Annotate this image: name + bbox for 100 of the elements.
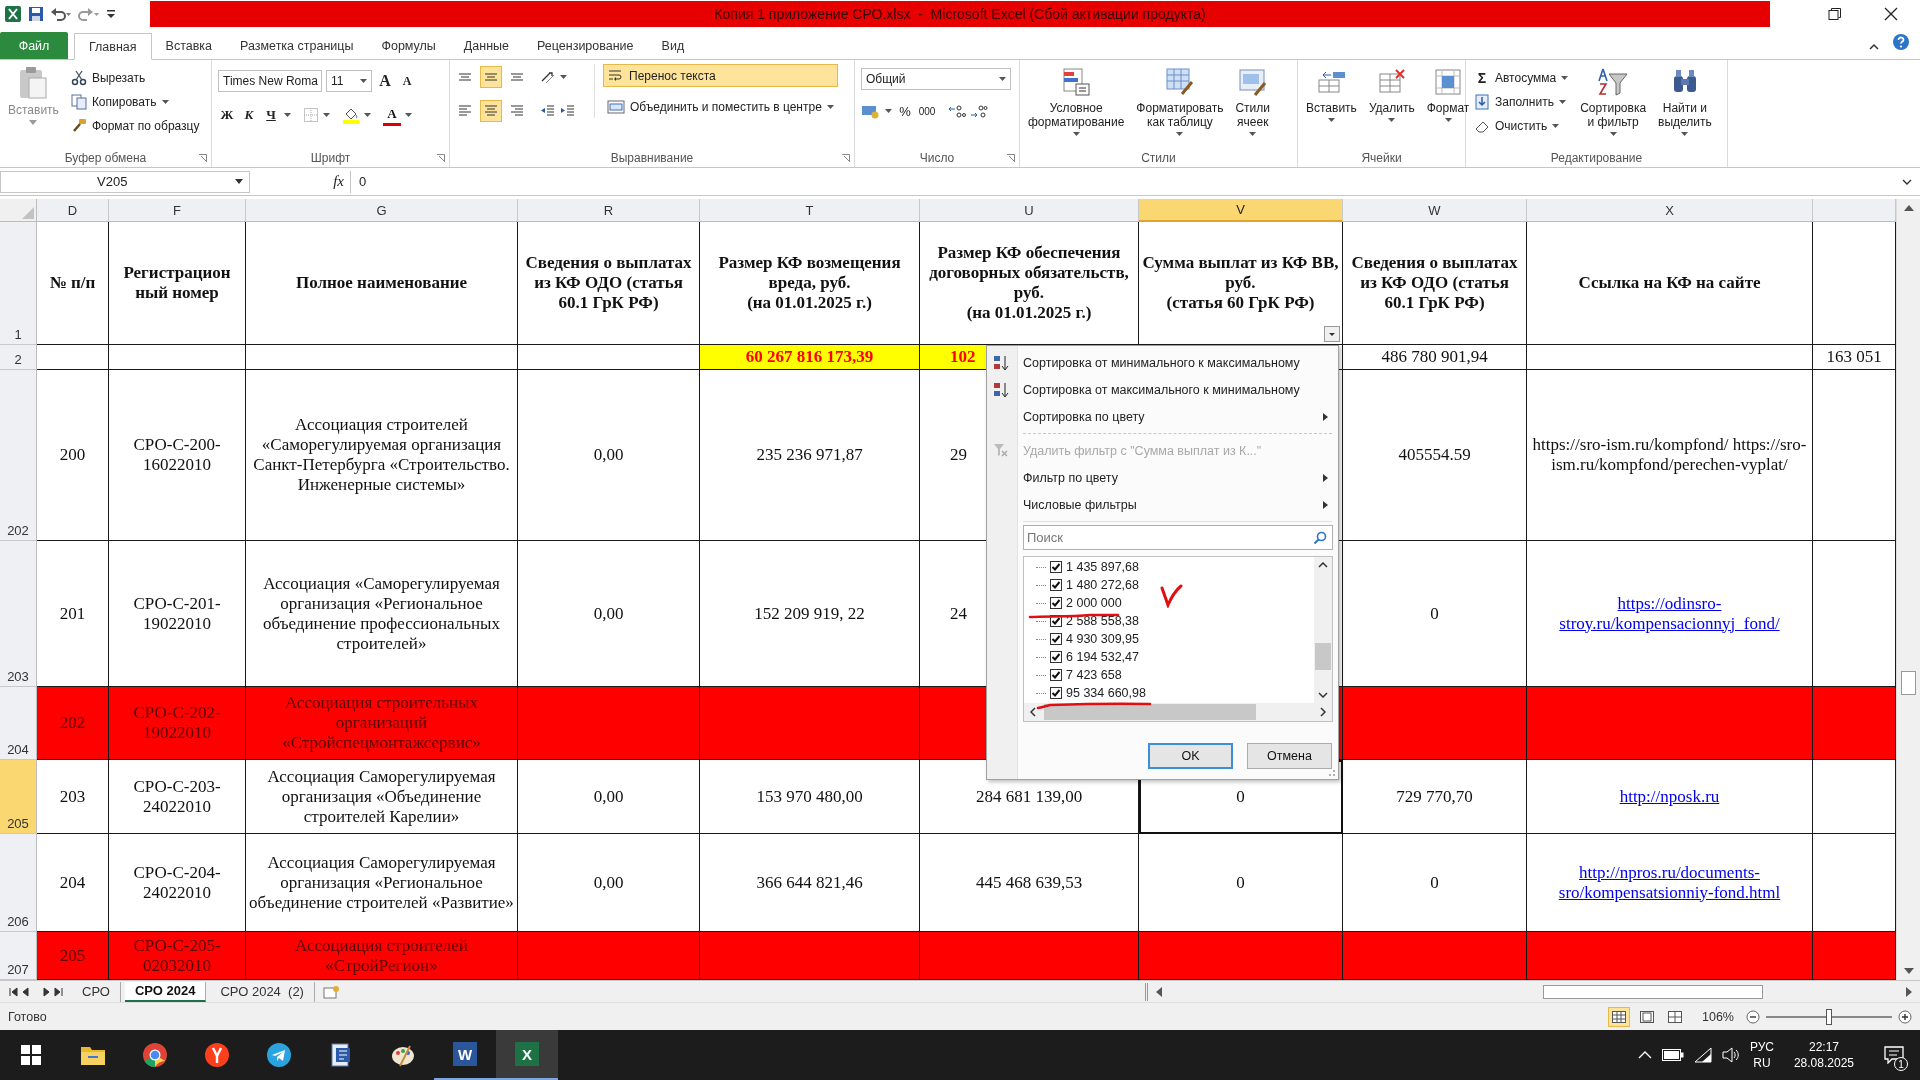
row-header[interactable]: 205 xyxy=(0,760,37,834)
wifi-icon[interactable] xyxy=(1693,1047,1712,1063)
delete-cells-button[interactable]: Удалить xyxy=(1364,64,1419,124)
increase-indent-icon[interactable] xyxy=(560,103,576,119)
ribbon-tab[interactable]: Вставка xyxy=(151,32,227,59)
ribbon-tab[interactable]: Разметка страницы xyxy=(226,32,368,59)
customize-menu-icon[interactable] xyxy=(106,7,116,21)
spreadsheet-logo-icon[interactable] xyxy=(4,5,22,23)
caret-icon[interactable] xyxy=(284,113,291,117)
align-middle-button[interactable] xyxy=(480,66,502,88)
insert-cells-button[interactable]: Вставить xyxy=(1302,64,1361,124)
notification-button[interactable]: 1 xyxy=(1874,1035,1914,1075)
dialog-launcher-icon[interactable] xyxy=(1007,154,1015,162)
cancel-button[interactable]: Отмена xyxy=(1247,743,1332,769)
scroll-down-icon[interactable] xyxy=(1318,692,1328,698)
formula-input[interactable]: 0 xyxy=(350,170,1894,193)
row-header[interactable]: 1 xyxy=(0,222,37,345)
scroll-thumb[interactable] xyxy=(1315,643,1331,670)
slider-thumb[interactable] xyxy=(1826,1008,1832,1025)
filter-value[interactable]: 4 930 309,95 xyxy=(1066,632,1139,646)
close-icon[interactable] xyxy=(1884,7,1898,21)
checkbox[interactable] xyxy=(1050,579,1062,591)
increase-font-button[interactable]: A xyxy=(376,71,394,91)
sheet-tab[interactable]: СРО 2024 xyxy=(124,981,207,1002)
scroll-up-icon[interactable] xyxy=(1318,562,1328,568)
sheet-tab[interactable]: СРО xyxy=(72,981,121,1002)
find-select-button[interactable]: Найти и выделить xyxy=(1654,64,1716,138)
dialog-launcher-icon[interactable] xyxy=(437,154,445,162)
zoom-level[interactable]: 106% xyxy=(1702,1009,1734,1024)
format-painter-button[interactable]: Формат по образцу xyxy=(66,114,204,137)
fill-color-icon[interactable] xyxy=(342,106,360,124)
format-as-table-button[interactable]: Форматировать как таблицу xyxy=(1132,64,1228,138)
checkbox[interactable] xyxy=(1050,687,1062,699)
number-format-field[interactable]: Общий xyxy=(861,68,1011,90)
column-header[interactable]: T xyxy=(700,199,920,222)
column-header[interactable]: F xyxy=(109,199,246,222)
column-header[interactable]: W xyxy=(1343,199,1527,222)
caret-icon[interactable] xyxy=(323,113,330,117)
filter-value[interactable]: 1 480 272,68 xyxy=(1066,578,1139,592)
name-box[interactable]: V205 xyxy=(0,170,250,193)
insert-function-button[interactable]: fx xyxy=(333,173,344,190)
restore-icon[interactable] xyxy=(1828,7,1842,21)
help-icon[interactable] xyxy=(1892,33,1910,51)
language-indicator[interactable]: РУС RU xyxy=(1749,1039,1774,1071)
taskbar-button[interactable]: X xyxy=(496,1030,558,1080)
search-field[interactable]: Поиск xyxy=(1023,525,1333,550)
row-header[interactable]: 202 xyxy=(0,370,37,541)
thousands-button[interactable]: 000 xyxy=(918,101,936,121)
decrease-font-button[interactable]: A xyxy=(398,71,416,91)
column-header[interactable]: D xyxy=(37,199,109,222)
decrease-indent-icon[interactable] xyxy=(540,103,556,119)
ribbon-tab[interactable]: Формулы xyxy=(367,32,450,59)
volume-icon[interactable] xyxy=(1721,1047,1740,1063)
ribbon-tab[interactable]: Данные xyxy=(449,32,524,59)
link[interactable]: http://nposk.ru xyxy=(1619,786,1720,807)
font-family-field[interactable]: Times New Roma xyxy=(218,70,322,92)
filter-value[interactable]: 2 000 000 xyxy=(1066,596,1122,610)
scroll-left-icon[interactable] xyxy=(1156,986,1162,997)
ok-button[interactable]: OK xyxy=(1148,743,1233,769)
scroll-up-icon[interactable] xyxy=(1903,205,1914,211)
column-header[interactable]: X xyxy=(1527,199,1813,222)
decrease-decimal-icon[interactable] xyxy=(970,103,988,119)
horizontal-list-scrollbar[interactable] xyxy=(1024,703,1332,721)
scroll-down-icon[interactable] xyxy=(1903,968,1914,974)
scroll-thumb[interactable] xyxy=(1543,984,1763,999)
ribbon-tab[interactable]: Главная xyxy=(74,33,152,60)
expand-icon[interactable] xyxy=(1902,177,1912,186)
link[interactable]: https://odinsro-stroy.ru/kompensacionnyj_fond/ xyxy=(1530,593,1809,634)
vertical-scrollbar[interactable] xyxy=(1896,199,1920,980)
checkbox[interactable] xyxy=(1050,651,1062,663)
scroll-thumb[interactable] xyxy=(1901,671,1916,695)
bold-button[interactable]: Ж xyxy=(218,105,236,125)
checkbox[interactable] xyxy=(1050,633,1062,645)
cut-button[interactable]: Вырезать xyxy=(66,66,204,89)
increase-decimal-icon[interactable] xyxy=(948,103,966,119)
resize-grip-icon[interactable] xyxy=(1328,769,1336,777)
scroll-thumb[interactable] xyxy=(1044,704,1256,720)
sort-filter-button[interactable]: Сортировка и фильтр xyxy=(1576,64,1651,138)
checkbox[interactable] xyxy=(1050,669,1062,681)
clock[interactable]: 22:17 28.08.2025 xyxy=(1793,1039,1854,1071)
align-center-button[interactable] xyxy=(480,100,502,122)
text-orientation-icon[interactable] xyxy=(540,69,556,85)
copy-button[interactable]: Копировать xyxy=(66,90,204,113)
filter-value[interactable]: 7 423 658 xyxy=(1066,668,1122,682)
file-tab[interactable]: Файл xyxy=(0,32,68,59)
redo-icon[interactable] xyxy=(78,6,100,22)
cell-styles-button[interactable]: Стили ячеек xyxy=(1231,64,1274,138)
filter-value[interactable]: 6 194 532,47 xyxy=(1066,650,1139,664)
battery-icon[interactable] xyxy=(1661,1049,1684,1061)
checkbox[interactable] xyxy=(1050,597,1062,609)
ribbon-tab[interactable]: Рецензирование xyxy=(523,32,648,59)
filter-dropdown-icon[interactable] xyxy=(1324,326,1340,342)
zoom-in-icon[interactable] xyxy=(1898,1009,1912,1024)
font-size-field[interactable]: 11 xyxy=(326,70,372,92)
collapse-ribbon-icon[interactable] xyxy=(1868,41,1880,51)
row-header[interactable]: 206 xyxy=(0,834,37,932)
zoom-out-icon[interactable] xyxy=(1746,1009,1760,1024)
italic-button[interactable]: К xyxy=(240,105,258,125)
wrap-text-button[interactable]: Перенос текста xyxy=(603,64,838,87)
row-header[interactable]: 203 xyxy=(0,541,37,687)
